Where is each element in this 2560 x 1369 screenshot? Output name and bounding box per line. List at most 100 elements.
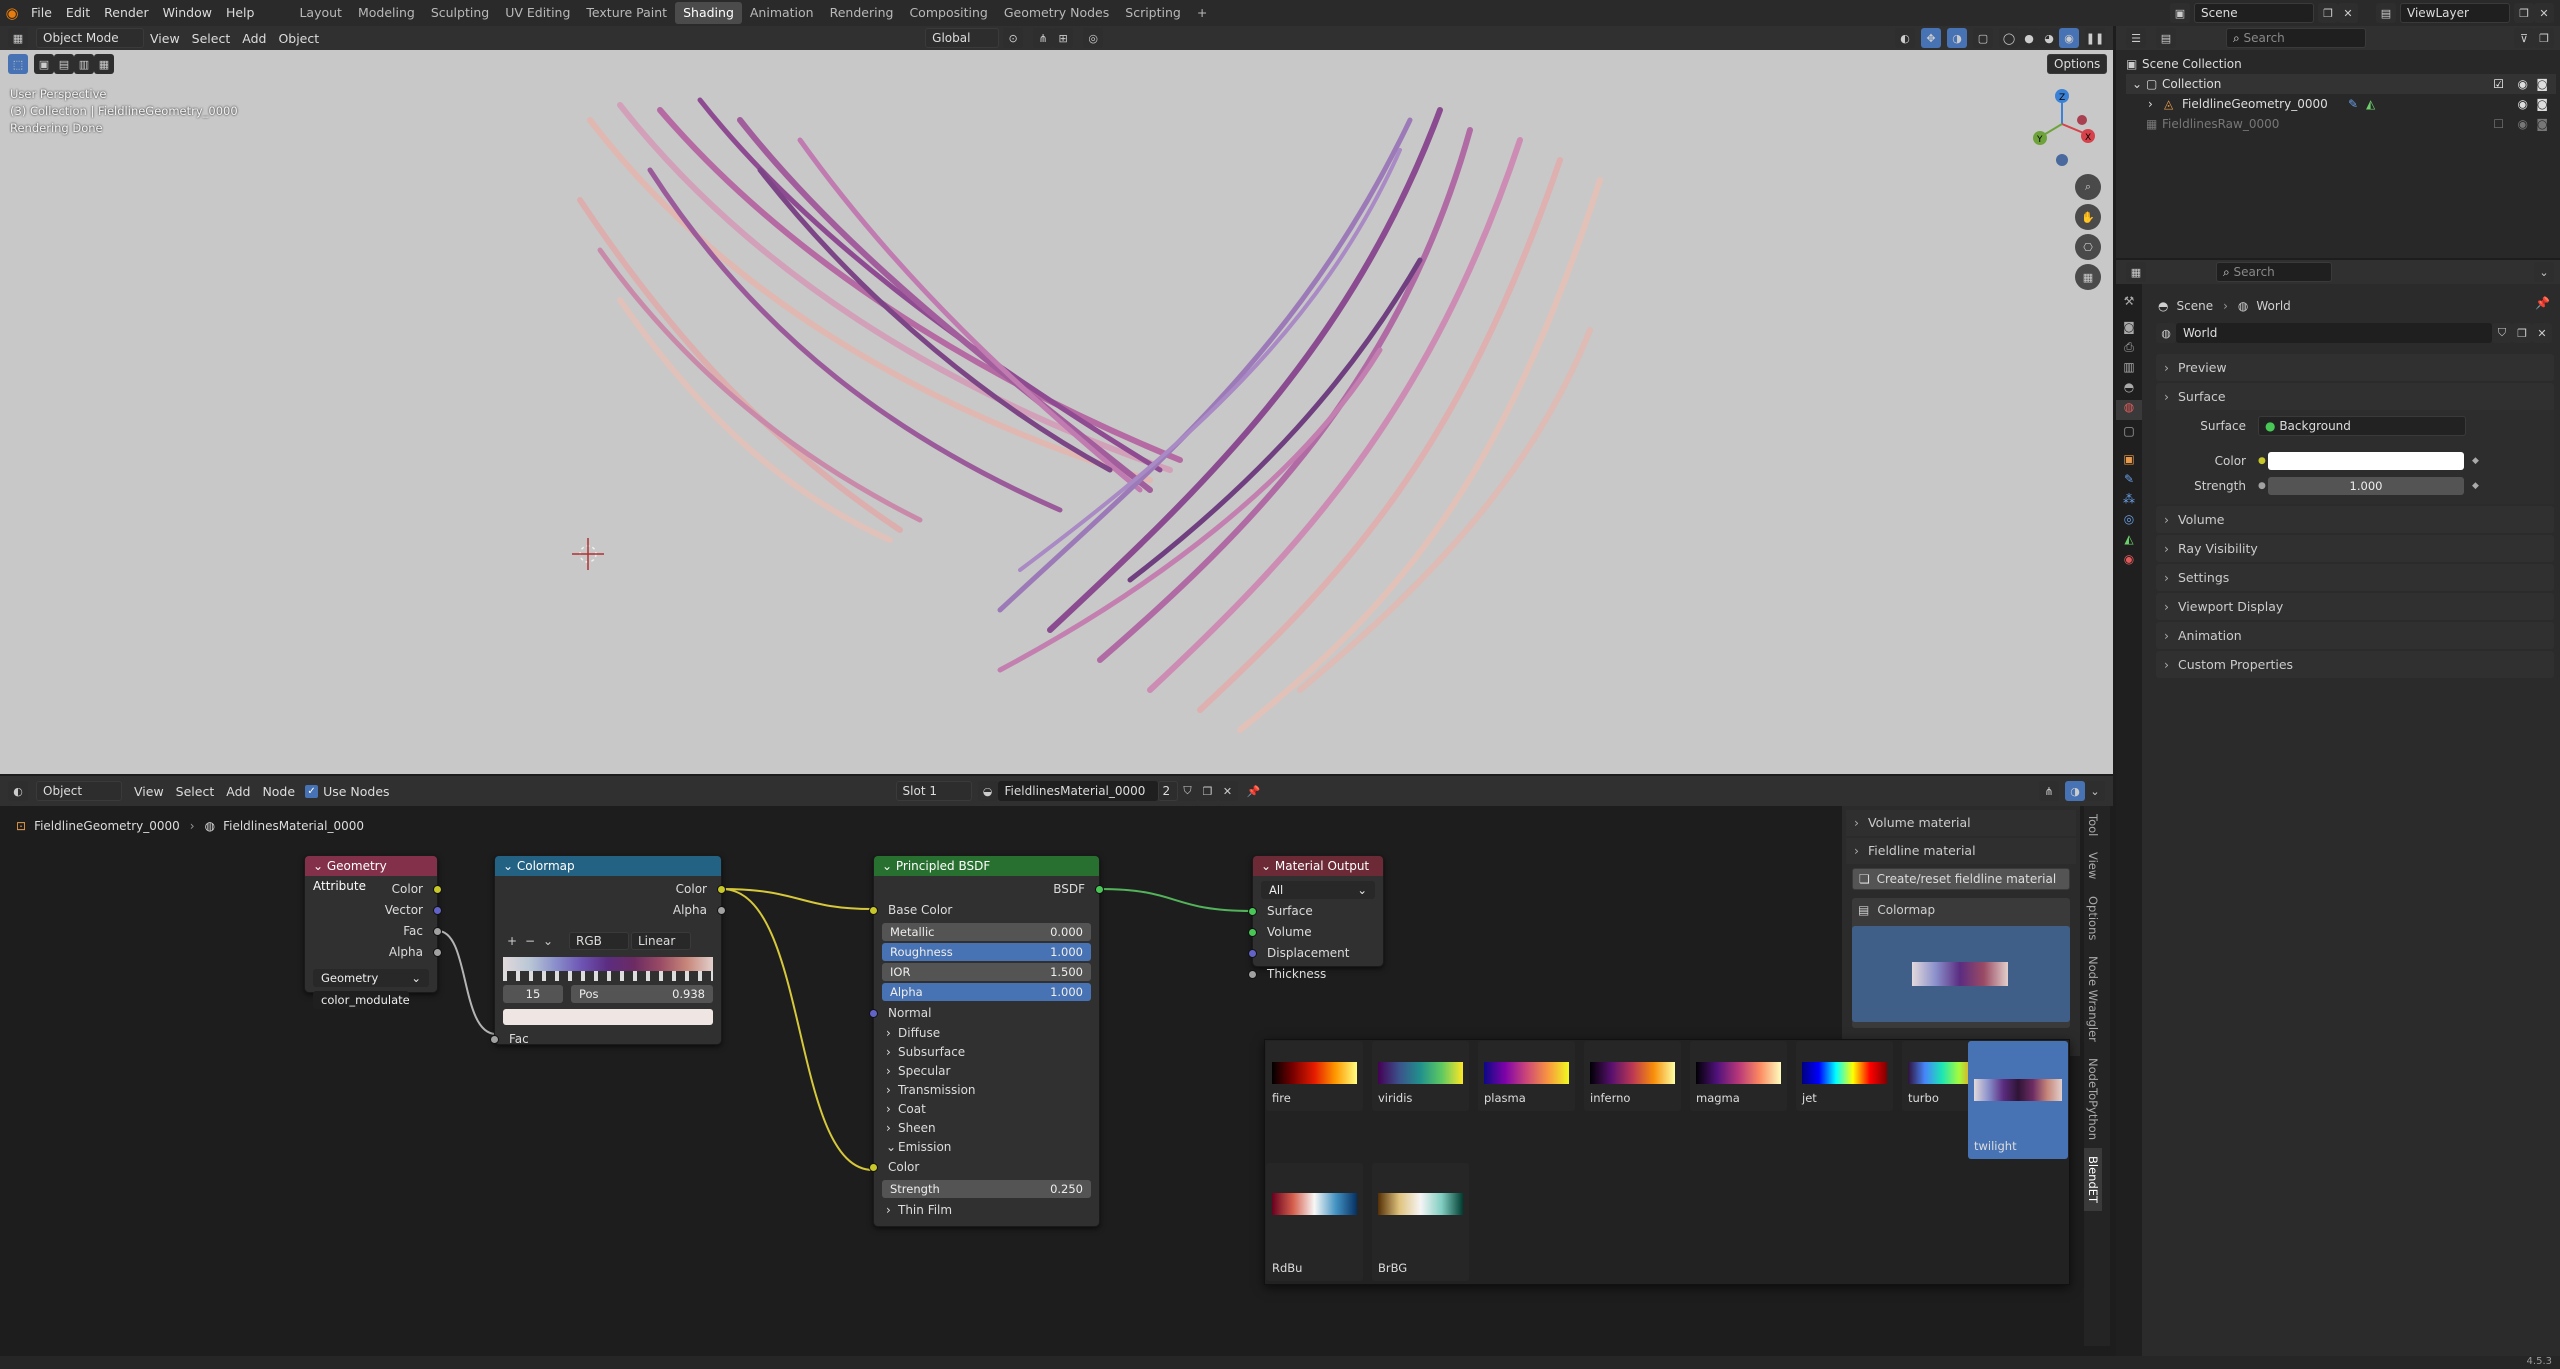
field-emission-strength[interactable]: Strength 0.250 (882, 1180, 1091, 1198)
outliner-search-input[interactable]: ⌕ Search (2226, 28, 2366, 48)
breadcrumb-scene[interactable]: Scene (2176, 299, 2213, 313)
sidebar-tab-nodetopython[interactable]: NodeToPython (2084, 1050, 2102, 1148)
collapse-chevron-icon[interactable]: ⌄ (313, 859, 327, 873)
collapse-chevron-icon[interactable]: ⌄ (503, 859, 517, 873)
add-workspace-icon[interactable]: + (1189, 2, 1215, 24)
pin-properties-icon[interactable]: 📌 (2535, 296, 2550, 310)
colormap-tile-inferno[interactable]: inferno (1584, 1041, 1681, 1111)
render-camera-icon[interactable]: ◙ (2536, 74, 2548, 94)
material-tab-icon[interactable]: ◉ (2116, 552, 2142, 572)
tab-shading[interactable]: Shading (675, 2, 742, 24)
scene-selector[interactable]: Scene (2194, 3, 2314, 23)
attribute-type-select[interactable]: Geometry ⌄ (313, 969, 429, 987)
object-row-raw[interactable]: ▦ FieldlinesRaw_0000 ☐ ◉ ◙ (2126, 114, 2556, 134)
collapse-chevron-icon[interactable]: ⌄ (882, 859, 896, 873)
panel-surface[interactable]: Surface (2156, 383, 2554, 410)
breadcrumb-world[interactable]: World (2256, 299, 2290, 313)
view-layer-tab-icon[interactable]: ▥ (2116, 360, 2142, 380)
attribute-name-field[interactable]: color_modulate (313, 991, 410, 1009)
colormap-tile-jet[interactable]: jet (1796, 1041, 1893, 1111)
socket-dot[interactable] (433, 927, 442, 936)
scene-collection-row[interactable]: ▣ Scene Collection (2126, 54, 2556, 74)
colormap-tile-brbg[interactable]: BrBG (1372, 1163, 1469, 1281)
socket-dot[interactable] (1248, 907, 1257, 916)
section-specular[interactable]: › Specular (874, 1062, 1099, 1081)
panel-settings[interactable]: Settings (2156, 564, 2554, 591)
field-metallic[interactable]: Metallic 0.000 (882, 923, 1091, 941)
colormap-tile-viridis[interactable]: viridis (1372, 1041, 1469, 1111)
node-material-output[interactable]: ⌄ Material Output All ⌄ Surface Volume Di… (1248, 855, 1384, 981)
properties-type-icon[interactable]: ▦ (2126, 262, 2146, 282)
pause-render-icon[interactable]: ❚❚ (2085, 28, 2105, 48)
tab-uv-editing[interactable]: UV Editing (497, 2, 578, 24)
menu-edit[interactable]: Edit (59, 2, 97, 24)
checkbox-icon[interactable]: ☐ (2493, 114, 2504, 134)
section-transmission[interactable]: › Transmission (874, 1081, 1099, 1100)
remove-stop-icon[interactable]: − (521, 934, 539, 948)
display-mode-icon[interactable]: ▤ (2156, 28, 2176, 48)
scene-icon[interactable]: ▣ (2170, 3, 2190, 23)
new-viewlayer-icon[interactable]: ❐ (2514, 3, 2534, 23)
panel-viewport-display[interactable]: Viewport Display (2156, 593, 2554, 620)
viewport-menu-object[interactable]: Object (272, 31, 325, 46)
camera-icon[interactable]: ⎔ (2075, 234, 2101, 260)
section-coat[interactable]: › Coat (874, 1100, 1099, 1119)
socket-dot[interactable] (717, 906, 726, 915)
properties-editor[interactable]: ▦ ⌕ Search ⌄ ⚒ ◙ ⎙ ▥ ◓ ◍ ▢ ▣ ✎ ⁂ ◎ ◭ ◉ ◓… (2116, 260, 2560, 1356)
world-color-swatch[interactable] (2268, 452, 2464, 470)
mode-selector[interactable]: Object Mode (36, 28, 144, 48)
world-unlink-icon[interactable]: ✕ (2532, 323, 2552, 343)
sidebar-tab-options[interactable]: Options (2084, 888, 2102, 948)
socket-dot[interactable] (1248, 970, 1257, 979)
stop-color-swatch[interactable] (503, 1009, 713, 1025)
collapse-chevron-icon[interactable]: ⌄ (1261, 859, 1275, 873)
world-fake-user-icon[interactable]: ⛉ (2492, 323, 2512, 343)
grid-view-icon[interactable]: ▦ (2075, 264, 2101, 290)
create-reset-material-button[interactable]: ❏ Create/reset fieldline material (1852, 868, 2070, 890)
rendered-shading-icon[interactable]: ◉ (2059, 28, 2079, 48)
section-emission[interactable]: ⌄ Emission (874, 1138, 1099, 1157)
viewport-menu-add[interactable]: Add (236, 31, 272, 46)
render-camera-icon[interactable]: ◙ (2536, 94, 2548, 114)
sidebar-tab-tool[interactable]: Tool (2084, 806, 2102, 844)
node-geometry-attribute[interactable]: ⌄ Geometry Attribute Color Vector Fac Al… (304, 855, 442, 1009)
tab-animation[interactable]: Animation (742, 2, 822, 24)
properties-search-input[interactable]: ⌕ Search (2216, 262, 2332, 282)
panel-volume[interactable]: Volume (2156, 506, 2554, 533)
overlay-icon[interactable]: ◑ (1947, 28, 1967, 48)
viewport-3d[interactable]: ▦ Object Mode View Select Add Object Glo… (0, 26, 2113, 774)
proportional-icon[interactable]: ◎ (1083, 28, 1104, 48)
socket-dot[interactable] (869, 906, 878, 915)
scene-tab-icon[interactable]: ◓ (2116, 380, 2142, 400)
new-scene-icon[interactable]: ❐ (2318, 3, 2338, 23)
menu-help[interactable]: Help (219, 2, 262, 24)
data-tab-icon[interactable]: ◭ (2116, 532, 2142, 552)
world-browse-icon[interactable]: ◍ (2156, 323, 2176, 343)
visibility-eye-icon[interactable]: ◉ (2518, 74, 2528, 94)
snap-icon[interactable]: ⋔ (1033, 28, 1054, 48)
tab-sculpting[interactable]: Sculpting (423, 2, 497, 24)
render-tab-icon[interactable]: ◙ (2116, 320, 2142, 340)
collection-tab-icon[interactable]: ▢ (2116, 424, 2142, 444)
viewlayer-selector[interactable]: ViewLayer (2400, 3, 2510, 23)
section-sheen[interactable]: › Sheen (874, 1119, 1099, 1138)
properties-options-icon[interactable]: ⌄ (2534, 262, 2554, 282)
render-camera-icon[interactable]: ◙ (2536, 114, 2548, 134)
keyframe-dot-icon[interactable]: ◆ (2472, 456, 2479, 466)
panel-animation[interactable]: Animation (2156, 622, 2554, 649)
viewlayer-icon[interactable]: ▤ (2376, 3, 2396, 23)
socket-dot[interactable] (1248, 928, 1257, 937)
delete-scene-icon[interactable]: ✕ (2338, 3, 2358, 23)
socket-dot[interactable] (433, 885, 442, 894)
solid-shading-icon[interactable]: ● (2019, 28, 2039, 48)
output-tab-icon[interactable]: ⎙ (2116, 340, 2142, 360)
add-stop-icon[interactable]: + (503, 934, 521, 948)
world-name-field[interactable]: World (2176, 323, 2492, 343)
stop-index-field[interactable]: 15 (503, 985, 563, 1003)
panel-preview[interactable]: Preview (2156, 354, 2554, 381)
tab-rendering[interactable]: Rendering (822, 2, 902, 24)
filter-icon[interactable]: ⊽ (2514, 28, 2534, 48)
colormap-tile-twilight[interactable]: twilight (1968, 1041, 2068, 1159)
tab-modeling[interactable]: Modeling (350, 2, 423, 24)
sidebar-tab-node-wrangler[interactable]: Node Wrangler (2084, 948, 2102, 1050)
